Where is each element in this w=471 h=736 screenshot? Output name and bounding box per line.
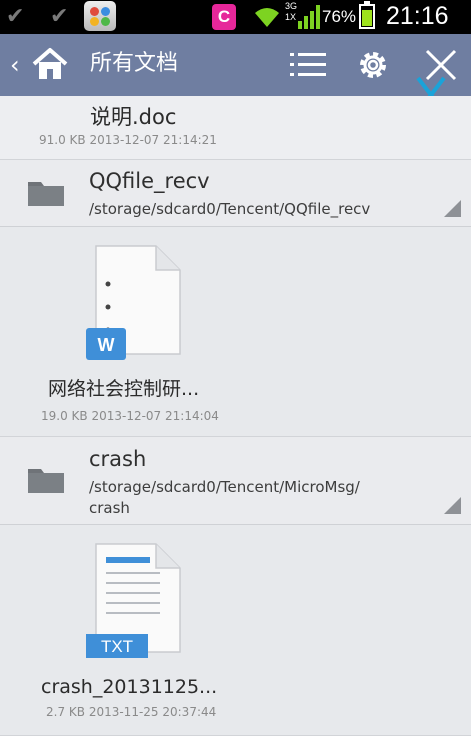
file-meta: 91.0 KB 2013-12-07 21:14:21 (39, 133, 217, 147)
doc-badge: TXT (101, 637, 133, 656)
file-name: 说明.doc (90, 105, 177, 129)
folder-icon (28, 182, 64, 206)
action-bar: ‹ 所有文档 (0, 34, 471, 96)
folder-path: /storage/sdcard0/Tencent/MicroMsg/ (89, 478, 360, 496)
file-name: 网络社会控制研... (48, 378, 200, 400)
network-type: 3G 1X (285, 1, 298, 22)
folder-name: QQfile_recv (89, 169, 210, 193)
folder-header[interactable]: crash /storage/sdcard0/Tencent/MicroMsg/… (0, 437, 471, 525)
battery-icon (359, 1, 375, 29)
folder-name: crash (89, 447, 147, 471)
notification-c-icon: C (212, 4, 236, 30)
list-item[interactable]: TXT crash_20131125... 2.7 KB 2013-11-25 … (0, 525, 471, 736)
file-name: crash_20131125... (41, 676, 218, 698)
status-bar: ✔ ✔ C 3G 1X 76% 21:16 (0, 0, 471, 34)
check-icon: ✔ (6, 4, 25, 29)
folder-header[interactable]: QQfile_recv /storage/sdcard0/Tencent/QQf… (0, 160, 471, 227)
app-store-icon (84, 1, 116, 31)
folder-icon (28, 469, 64, 493)
file-meta: 19.0 KB 2013-12-07 21:14:04 (41, 409, 219, 423)
doc-badge: W (98, 335, 115, 355)
list-item[interactable]: 说明.doc 91.0 KB 2013-12-07 21:14:21 (0, 96, 471, 160)
txt-document-icon: TXT (86, 543, 181, 658)
wifi-icon (255, 8, 279, 27)
signal-icon (298, 5, 320, 29)
expand-triangle-icon[interactable] (444, 497, 461, 514)
word-document-icon: W (86, 245, 181, 360)
gear-icon[interactable] (355, 47, 391, 83)
home-icon[interactable] (30, 46, 70, 82)
folder-path: crash (89, 499, 130, 517)
back-chevron-icon[interactable]: ‹ (10, 53, 20, 77)
check-icon: ✔ (50, 4, 69, 29)
expand-triangle-icon[interactable] (444, 200, 461, 217)
list-menu-icon[interactable] (290, 51, 326, 79)
file-meta: 2.7 KB 2013-11-25 20:37:44 (46, 705, 217, 719)
clock: 21:16 (386, 2, 449, 30)
page-title: 所有文档 (90, 51, 179, 76)
folder-path: /storage/sdcard0/Tencent/QQfile_recv (89, 200, 371, 218)
list-item[interactable]: W 网络社会控制研... 19.0 KB 2013-12-07 21:14:04 (0, 227, 471, 437)
battery-percent: 76% (322, 7, 357, 26)
